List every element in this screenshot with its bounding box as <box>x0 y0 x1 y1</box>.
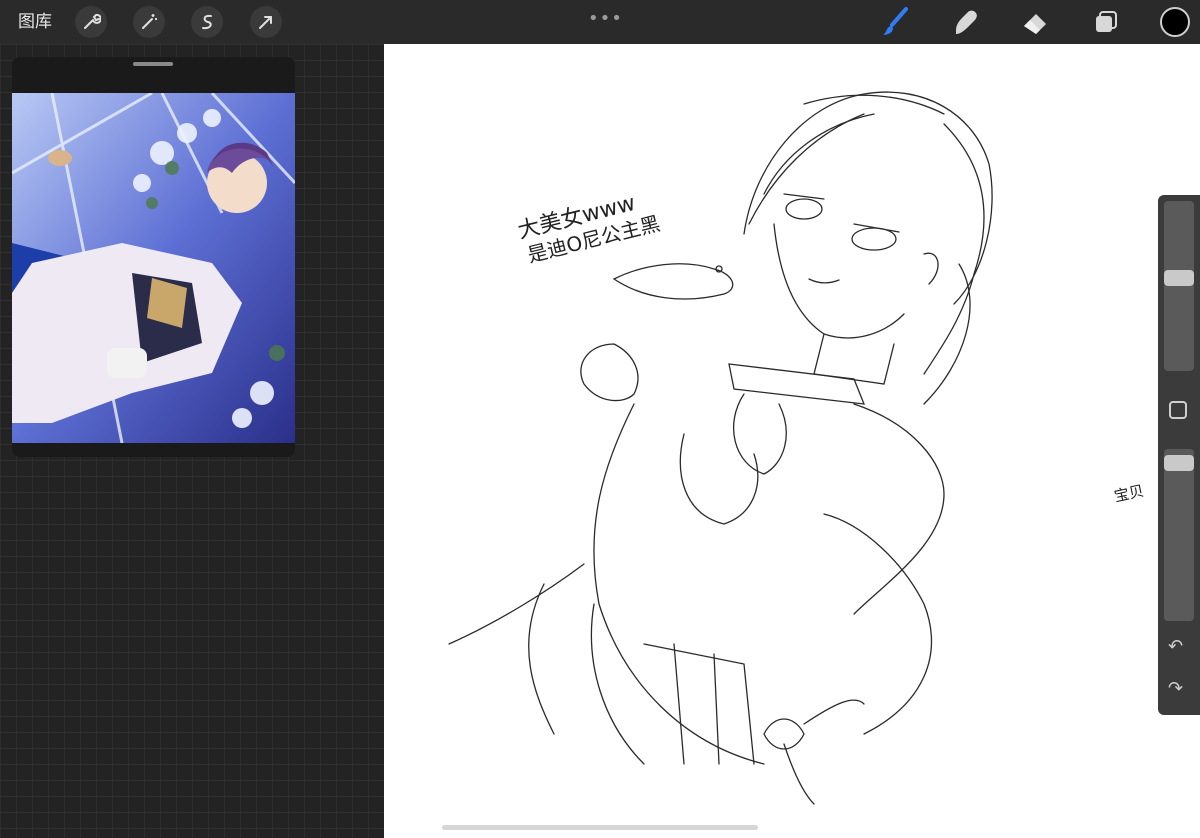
selection-icon[interactable] <box>191 6 223 38</box>
reference-image <box>12 93 295 443</box>
color-picker-swatch[interactable] <box>1160 7 1190 37</box>
sketch-artwork <box>448 91 993 805</box>
modify-button[interactable] <box>1169 401 1187 419</box>
side-toolbar: ↶ ↷ <box>1158 195 1200 715</box>
brush-icon[interactable] <box>880 6 912 38</box>
wrench-icon[interactable] <box>75 6 107 38</box>
smudge-icon[interactable] <box>950 6 982 38</box>
reference-panel-handle[interactable] <box>133 62 173 66</box>
brush-size-slider-handle[interactable] <box>1164 270 1194 286</box>
layers-icon[interactable] <box>1090 6 1122 38</box>
canvas-scrollbar[interactable] <box>442 825 758 830</box>
gallery-button[interactable]: 图库 <box>18 11 52 33</box>
top-toolbar: 图库 ••• <box>0 0 1200 44</box>
undo-icon[interactable]: ↶ <box>1168 637 1183 657</box>
drawing-canvas[interactable]: 大美女www 是迪O尼公主黑 宝贝 <box>384 44 1200 838</box>
redo-icon[interactable]: ↷ <box>1168 679 1183 699</box>
eraser-icon[interactable] <box>1020 6 1052 38</box>
more-menu-icon[interactable]: ••• <box>588 8 623 29</box>
brush-size-slider[interactable] <box>1164 201 1194 371</box>
magic-wand-icon[interactable] <box>133 6 165 38</box>
transform-icon[interactable] <box>250 6 282 38</box>
reference-panel[interactable] <box>12 57 295 457</box>
opacity-slider-handle[interactable] <box>1164 455 1194 471</box>
opacity-slider[interactable] <box>1164 449 1194 621</box>
